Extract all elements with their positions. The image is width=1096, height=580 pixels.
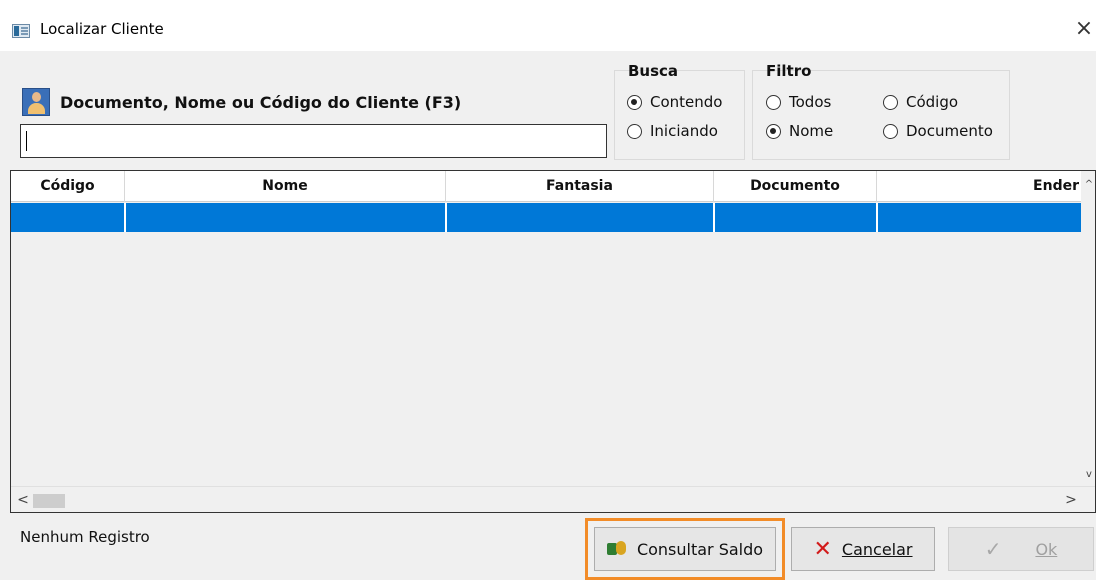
horizontal-scrollbar[interactable]: < > xyxy=(11,486,1095,512)
window-title: Localizar Cliente xyxy=(40,20,164,38)
column-header-fantasia[interactable]: Fantasia xyxy=(446,171,714,202)
selected-row[interactable] xyxy=(11,203,1081,232)
radio-documento-label: Documento xyxy=(906,122,993,140)
vertical-scrollbar[interactable]: ^ v xyxy=(1081,171,1095,486)
radio-codigo-label: Código xyxy=(906,93,959,111)
scroll-left-icon[interactable]: < xyxy=(13,487,33,512)
ok-button[interactable]: ✓ Ok xyxy=(948,527,1094,571)
radio-dot xyxy=(766,94,781,110)
search-input[interactable] xyxy=(20,124,607,158)
radio-iniciando[interactable]: Iniciando xyxy=(627,120,718,142)
status-text: Nenhum Registro xyxy=(20,528,150,546)
ok-label: Ok xyxy=(1035,539,1058,559)
filtro-group xyxy=(752,70,1010,160)
scroll-down-icon[interactable]: v xyxy=(1081,467,1095,483)
busca-group xyxy=(614,70,745,160)
grid-header: Código Nome Fantasia Documento Ender xyxy=(11,171,1081,202)
top-strip xyxy=(0,0,1096,10)
scroll-thumb[interactable] xyxy=(33,494,65,508)
scroll-up-icon[interactable]: ^ xyxy=(1081,177,1095,193)
busca-title: Busca xyxy=(628,62,679,80)
app-window-icon xyxy=(12,24,30,38)
column-header-nome[interactable]: Nome xyxy=(125,171,446,202)
radio-dot xyxy=(883,94,898,110)
column-header-codigo[interactable]: Código xyxy=(11,171,125,202)
radio-iniciando-label: Iniciando xyxy=(650,122,718,140)
radio-nome-label: Nome xyxy=(789,122,834,140)
results-grid[interactable]: Código Nome Fantasia Documento Ender ^ v… xyxy=(10,170,1096,513)
localizar-cliente-dialog: Localizar Cliente × Documento, Nome ou C… xyxy=(0,0,1096,580)
radio-contendo-label: Contendo xyxy=(650,93,723,111)
text-caret xyxy=(26,131,27,151)
consultar-saldo-button[interactable]: Consultar Saldo xyxy=(585,518,785,580)
person-icon xyxy=(22,88,50,116)
radio-dot xyxy=(883,123,898,139)
scroll-right-icon[interactable]: > xyxy=(1061,487,1081,512)
coins-icon xyxy=(606,541,627,557)
radio-dot xyxy=(627,123,642,139)
consultar-saldo-label: Consultar Saldo xyxy=(636,539,764,559)
filtro-title: Filtro xyxy=(766,62,812,80)
radio-todos[interactable]: Todos xyxy=(766,91,831,113)
search-label: Documento, Nome ou Código do Cliente (F3… xyxy=(60,93,462,112)
radio-todos-label: Todos xyxy=(789,93,832,111)
radio-codigo[interactable]: Código xyxy=(883,91,958,113)
column-header-documento[interactable]: Documento xyxy=(714,171,877,202)
check-icon: ✓ xyxy=(984,537,1002,561)
close-icon: ✕ xyxy=(813,536,832,562)
radio-documento[interactable]: Documento xyxy=(883,120,993,142)
cancel-button[interactable]: ✕ Cancelar xyxy=(791,527,935,571)
radio-dot xyxy=(766,123,781,139)
column-header-endereco[interactable]: Ender xyxy=(877,171,1081,202)
radio-dot xyxy=(627,94,642,110)
close-button[interactable]: × xyxy=(1072,16,1096,42)
radio-contendo[interactable]: Contendo xyxy=(627,91,722,113)
cancel-label: Cancelar xyxy=(841,539,913,559)
radio-nome[interactable]: Nome xyxy=(766,120,833,142)
title-bar xyxy=(0,10,1096,51)
